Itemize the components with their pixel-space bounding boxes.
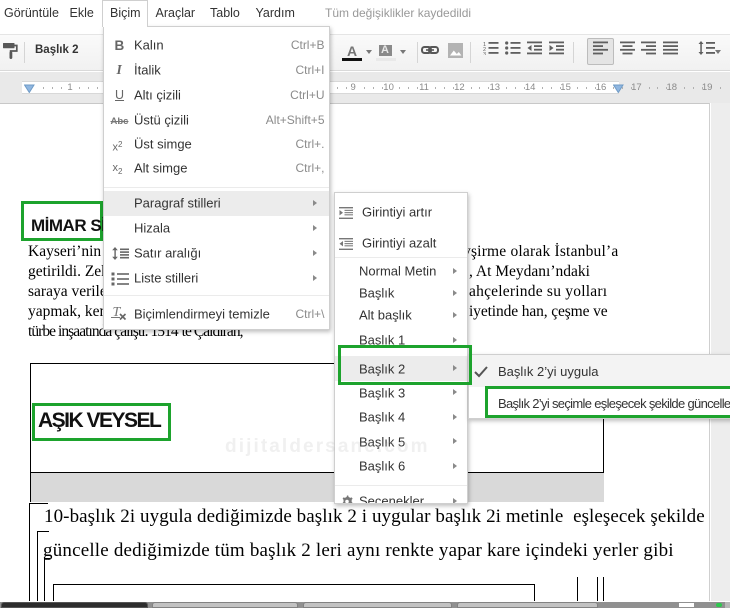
svg-text:3: 3: [483, 52, 486, 55]
